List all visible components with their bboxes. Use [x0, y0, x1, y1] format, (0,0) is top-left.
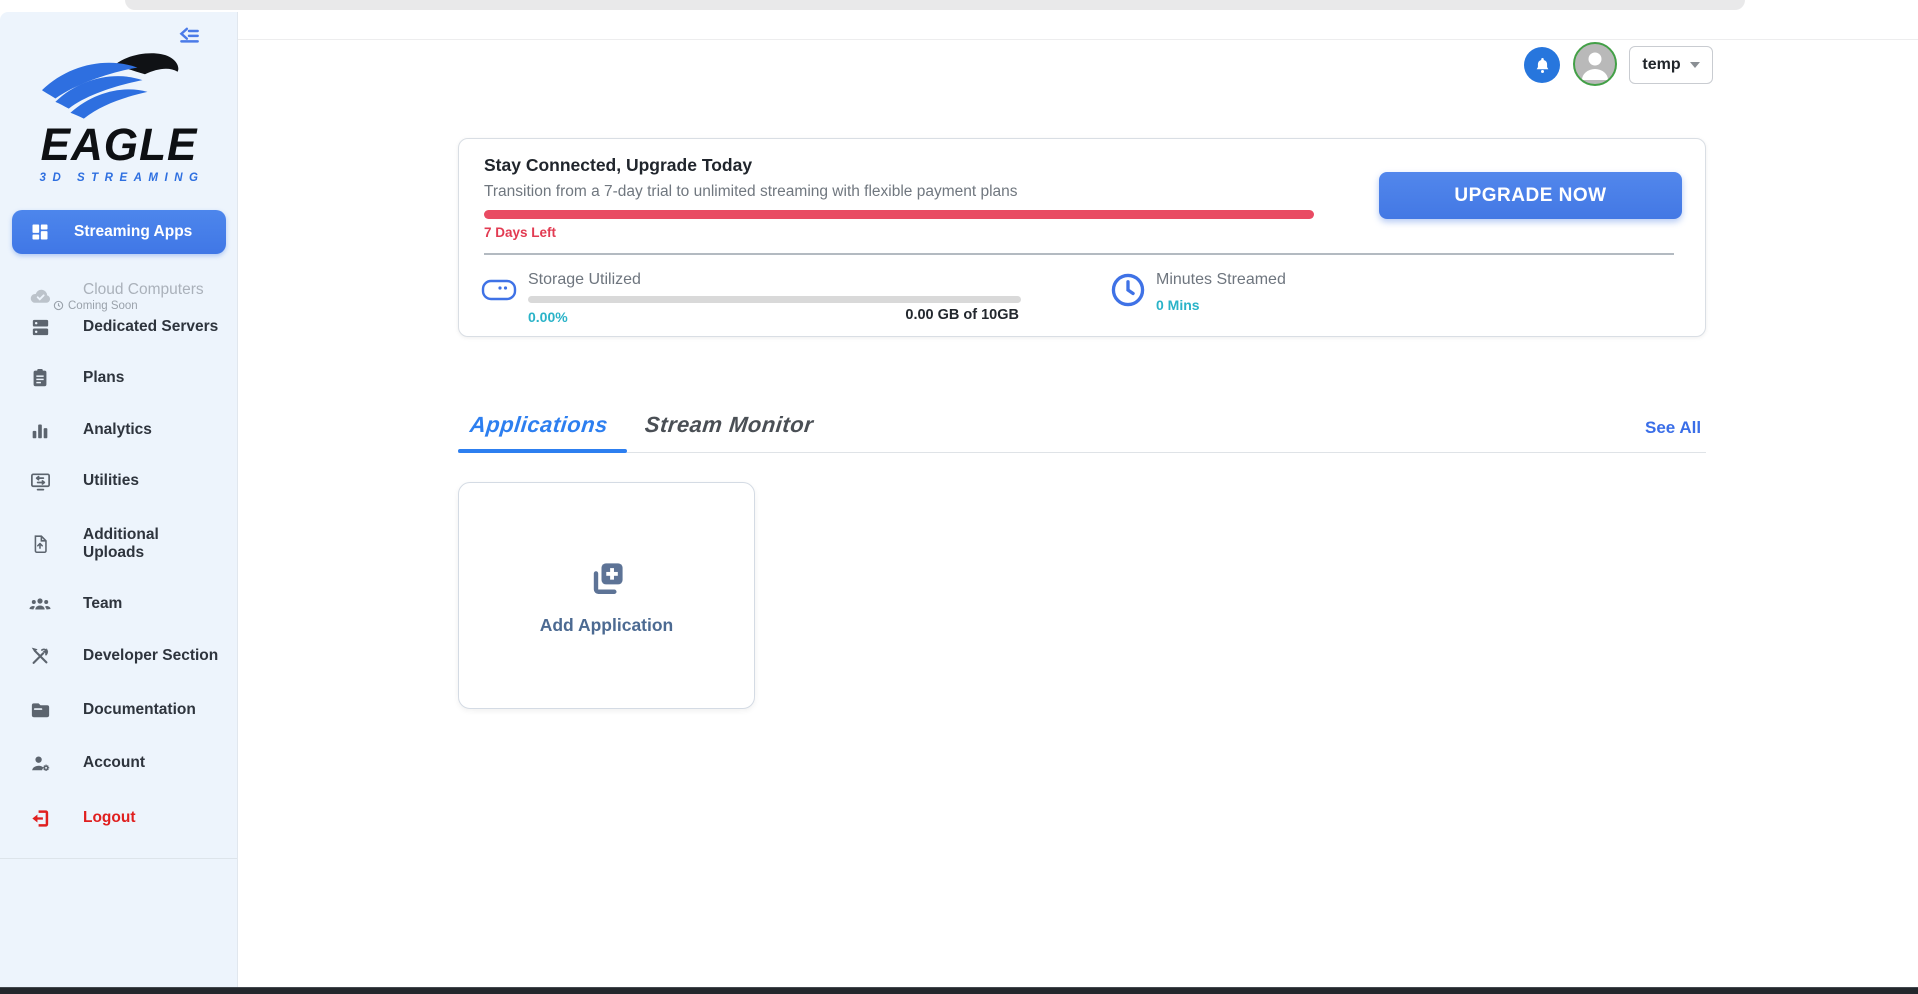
sidebar: EAGLE 3D STREAMING Streaming Apps	[0, 12, 238, 988]
monitor-arrows-icon	[27, 470, 53, 493]
eagle-logo-graphic	[30, 50, 208, 122]
sidebar-item-utilities[interactable]: Utilities	[0, 461, 238, 501]
days-left-label: 7 Days Left	[484, 225, 556, 240]
sidebar-item-plans[interactable]: Plans	[0, 358, 238, 398]
user-avatar[interactable]	[1573, 42, 1617, 86]
sidebar-item-label: Developer Section	[83, 647, 218, 665]
sidebar-item-dedicated-servers[interactable]: Dedicated Servers	[0, 307, 238, 347]
sidebar-item-analytics[interactable]: Analytics	[0, 410, 238, 450]
clipboard-icon	[27, 367, 53, 389]
sidebar-item-label: Streaming Apps	[74, 223, 192, 241]
sidebar-item-label: Logout	[83, 809, 136, 827]
tab-applications[interactable]: Applications	[469, 412, 610, 438]
logo-tagline: 3D STREAMING	[0, 172, 238, 184]
file-upload-icon	[27, 533, 53, 555]
tabs-baseline	[458, 452, 1706, 453]
tools-icon	[27, 645, 53, 667]
sidebar-item-label: Utilities	[83, 472, 139, 490]
active-tab-underline	[458, 449, 627, 453]
sidebar-item-account[interactable]: Account	[0, 743, 238, 783]
storage-icon	[481, 277, 517, 308]
sidebar-collapse-icon[interactable]	[176, 24, 202, 50]
sidebar-item-label: Cloud Computers	[83, 281, 204, 298]
main-content: temp Stay Connected, Upgrade Today Trans…	[238, 12, 1918, 988]
sidebar-item-additional-uploads[interactable]: Additional Uploads	[0, 516, 238, 572]
dashboard-icon	[30, 222, 50, 242]
storage-percent: 0.00%	[528, 309, 568, 325]
upgrade-banner-card: Stay Connected, Upgrade Today Transition…	[458, 138, 1706, 337]
sidebar-item-label: Plans	[83, 369, 124, 387]
banner-subtitle: Transition from a 7-day trial to unlimit…	[484, 183, 1018, 201]
header-divider	[238, 39, 1918, 40]
chevron-down-icon	[1690, 62, 1700, 68]
sidebar-item-label: Additional Uploads	[83, 526, 179, 562]
folder-icon	[27, 699, 53, 722]
notifications-button[interactable]	[1524, 47, 1560, 83]
banner-divider	[484, 253, 1674, 255]
library-add-icon	[585, 556, 629, 605]
cloud-done-icon	[27, 284, 53, 309]
sidebar-item-streaming-apps[interactable]: Streaming Apps	[12, 210, 226, 254]
upgrade-now-button[interactable]: UPGRADE NOW	[1379, 172, 1682, 219]
account-gear-icon	[27, 752, 53, 775]
add-application-label: Add Application	[540, 615, 674, 636]
eagle-logo: EAGLE 3D STREAMING	[0, 50, 238, 184]
storage-label: Storage Utilized	[528, 271, 641, 289]
sidebar-item-label: Analytics	[83, 421, 152, 439]
sidebar-item-team[interactable]: Team	[0, 584, 238, 624]
bar-chart-icon	[27, 419, 53, 441]
logo-title: EAGLE	[2, 123, 235, 167]
sidebar-item-label: Account	[83, 754, 145, 772]
banner-title: Stay Connected, Upgrade Today	[484, 155, 752, 176]
team-icon	[27, 592, 53, 616]
sidebar-item-label: Documentation	[83, 701, 196, 719]
logout-icon	[27, 807, 53, 830]
person-icon	[1575, 44, 1615, 84]
clock-icon	[1109, 271, 1147, 314]
username: temp	[1642, 56, 1680, 74]
minutes-value: 0 Mins	[1156, 297, 1200, 313]
minutes-label: Minutes Streamed	[1156, 271, 1286, 289]
add-application-card[interactable]: Add Application	[458, 482, 755, 709]
sidebar-item-label: Team	[83, 595, 122, 613]
tab-stream-monitor[interactable]: Stream Monitor	[644, 412, 815, 438]
page: EAGLE 3D STREAMING Streaming Apps	[0, 0, 1918, 994]
sidebar-item-developer-section[interactable]: Developer Section	[0, 636, 238, 676]
os-taskbar-sliver	[0, 987, 1918, 994]
sidebar-item-documentation[interactable]: Documentation	[0, 690, 238, 730]
server-icon	[27, 316, 53, 339]
sidebar-item-logout[interactable]: Logout	[0, 798, 238, 838]
storage-usage: 0.00 GB of 10GB	[905, 307, 1019, 323]
sidebar-divider	[0, 858, 237, 859]
sidebar-item-label: Dedicated Servers	[83, 318, 218, 336]
user-menu-dropdown[interactable]: temp	[1629, 46, 1713, 84]
trial-progress-bar	[484, 210, 1314, 219]
browser-chrome-bar	[125, 0, 1745, 10]
see-all-link[interactable]: See All	[1645, 418, 1701, 438]
storage-progress-bar	[528, 296, 1021, 303]
bell-icon	[1533, 56, 1552, 75]
